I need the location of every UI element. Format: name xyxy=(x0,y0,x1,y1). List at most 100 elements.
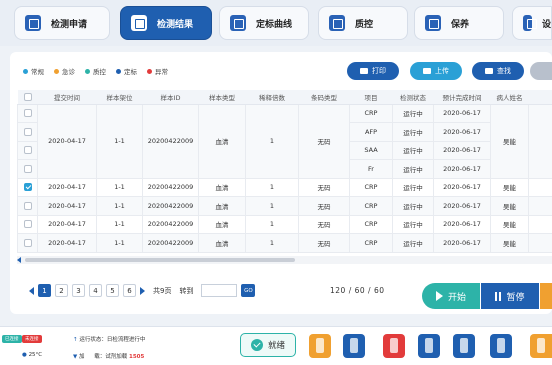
next-page-icon[interactable] xyxy=(140,286,145,295)
col-submit-time[interactable]: 提交时间 xyxy=(37,90,97,105)
col-extra xyxy=(528,90,552,105)
reagent-bottle-icon[interactable] xyxy=(309,334,331,358)
thermometer-tile-icon[interactable] xyxy=(490,334,512,358)
go-button[interactable]: GO xyxy=(241,284,256,297)
row-checkbox[interactable] xyxy=(23,238,32,247)
wash-bottle-icon[interactable] xyxy=(418,334,440,358)
nav-label: 检测结果 xyxy=(157,19,194,30)
upload-button[interactable]: 上传 xyxy=(410,62,462,80)
cell-status: 运行中 xyxy=(392,159,434,179)
col-rack[interactable]: 样本架位 xyxy=(96,90,143,105)
cell-status: 运行中 xyxy=(392,103,434,123)
table-row[interactable]: 2020-04-17 1-1 20200422009 血清 1 无码 CRP 运… xyxy=(17,214,552,234)
col-eta[interactable]: 预计完成时间 xyxy=(433,90,491,105)
nav-settings[interactable]: 设 xyxy=(512,6,552,40)
cell-barcode: 无码 xyxy=(298,103,350,179)
page-5[interactable]: 5 xyxy=(106,284,119,297)
cell-eta: 2020-06-17 xyxy=(433,140,491,160)
status-badge-connected: 已连接 xyxy=(2,335,22,343)
pagination: 1 2 3 4 5 6 共9页 转到 GO xyxy=(29,284,256,297)
dot-icon xyxy=(23,68,28,74)
col-item[interactable]: 项目 xyxy=(349,90,393,105)
nav-test-results[interactable]: 检测结果 xyxy=(120,6,212,40)
nav-label: 设 xyxy=(541,19,551,30)
sample-counts: 120 / 60 / 60 xyxy=(330,286,385,295)
col-barcode-type[interactable]: 条码类型 xyxy=(298,90,350,105)
page-2[interactable]: 2 xyxy=(55,284,68,297)
table-row[interactable]: 2020-04-17 1-1 20200422009 血清 1 无码 CRP 运… xyxy=(17,233,552,253)
cell-time: 2020-04-17 xyxy=(37,103,97,179)
col-dilution[interactable]: 稀释倍数 xyxy=(245,90,299,105)
row-checkbox[interactable] xyxy=(23,109,32,118)
col-status[interactable]: 检测状态 xyxy=(392,90,434,105)
search-icon xyxy=(485,68,493,74)
cell-eta: 2020-06-17 xyxy=(433,103,491,123)
nav-maintenance[interactable]: 保养 xyxy=(414,6,504,40)
cell-dilution: 1 xyxy=(245,103,299,179)
dot-icon xyxy=(85,68,90,74)
page-1[interactable]: 1 xyxy=(38,284,51,297)
goto-page-input[interactable] xyxy=(201,284,238,297)
cell-item: CRP xyxy=(349,103,393,123)
row-checkbox[interactable] xyxy=(23,220,32,229)
warning-icon[interactable] xyxy=(530,334,552,358)
prev-page-icon[interactable] xyxy=(29,286,34,295)
search-button[interactable]: 查找 xyxy=(472,62,524,80)
legend-item-abnormal: 异常 xyxy=(147,66,168,76)
pause-button[interactable]: 暂停 xyxy=(481,283,539,309)
upload-arrow-icon: ↑ xyxy=(73,337,78,343)
cell-status: 运行中 xyxy=(392,140,434,160)
select-all-header[interactable] xyxy=(17,90,38,105)
table-header-row: 提交时间 样本架位 样本ID 样本类型 稀释倍数 条码类型 项目 检测状态 预计… xyxy=(17,90,552,105)
document-icon xyxy=(25,15,41,31)
col-sample-type[interactable]: 样本类型 xyxy=(198,90,246,105)
cell-status: 运行中 xyxy=(392,122,434,142)
chart-icon xyxy=(230,15,246,31)
stop-button[interactable] xyxy=(540,283,552,309)
page-6[interactable]: 6 xyxy=(123,284,136,297)
cell-item: Fr xyxy=(349,159,393,179)
nav-test-request[interactable]: 检测申请 xyxy=(14,6,110,40)
row-checkbox[interactable] xyxy=(23,146,32,155)
nav-label: 质控 xyxy=(355,19,374,30)
page-3[interactable]: 3 xyxy=(72,284,85,297)
results-icon xyxy=(131,15,147,31)
nav-calibration-curve[interactable]: 定标曲线 xyxy=(219,6,309,40)
top-nav: 检测申请 检测结果 定标曲线 质控 保养 设 xyxy=(0,0,552,46)
table-row[interactable]: 2020-04-17 1-1 20200422009 血清 1 无码 CRP 运… xyxy=(17,103,552,179)
nav-quality-control[interactable]: 质控 xyxy=(318,6,408,40)
reagent-vial-icon[interactable] xyxy=(343,334,365,358)
shield-icon xyxy=(329,15,345,31)
horizontal-scrollbar[interactable] xyxy=(17,256,552,264)
more-button[interactable] xyxy=(530,62,552,80)
table-row[interactable]: 2020-04-17 1-1 20200422009 血清 1 无码 CRP 运… xyxy=(17,177,552,197)
printer-icon xyxy=(360,68,368,74)
clipboard-icon xyxy=(425,15,441,31)
results-panel: 常规 急诊 质控 定标 异常 打印 上传 查找 提交时间 样本架位 样本ID 样… xyxy=(10,52,552,314)
col-patient[interactable]: 病人姓名 xyxy=(490,90,529,105)
start-button[interactable]: 开始 xyxy=(422,283,480,309)
page-4[interactable]: 4 xyxy=(89,284,102,297)
row-checkbox-checked[interactable] xyxy=(23,183,32,192)
row-checkbox[interactable] xyxy=(23,164,32,173)
scroll-left-icon[interactable] xyxy=(17,257,21,263)
row-checkbox[interactable] xyxy=(23,201,32,210)
row-checkbox[interactable] xyxy=(23,127,32,136)
waste-container-icon[interactable] xyxy=(383,334,405,358)
cuvette-icon[interactable] xyxy=(453,334,475,358)
legend-item-routine: 常规 xyxy=(23,66,44,76)
gear-icon xyxy=(523,15,537,31)
temperature: ● 25°C xyxy=(22,352,43,358)
select-all-checkbox[interactable] xyxy=(23,92,32,101)
nav-label: 保养 xyxy=(451,19,470,30)
scrollbar-thumb[interactable] xyxy=(25,258,295,262)
col-sample-id[interactable]: 样本ID xyxy=(142,90,199,105)
load-arrow-icon: ▼ xyxy=(73,354,78,360)
legend-item-emergency: 急诊 xyxy=(54,66,75,76)
dot-icon xyxy=(147,68,152,74)
print-button[interactable]: 打印 xyxy=(347,62,399,80)
nav-label: 定标曲线 xyxy=(256,19,293,30)
table-row[interactable]: 2020-04-17 1-1 20200422009 血清 1 无码 CRP 运… xyxy=(17,196,552,216)
cell-item: SAA xyxy=(349,140,393,160)
legend-item-qc: 质控 xyxy=(85,66,106,76)
